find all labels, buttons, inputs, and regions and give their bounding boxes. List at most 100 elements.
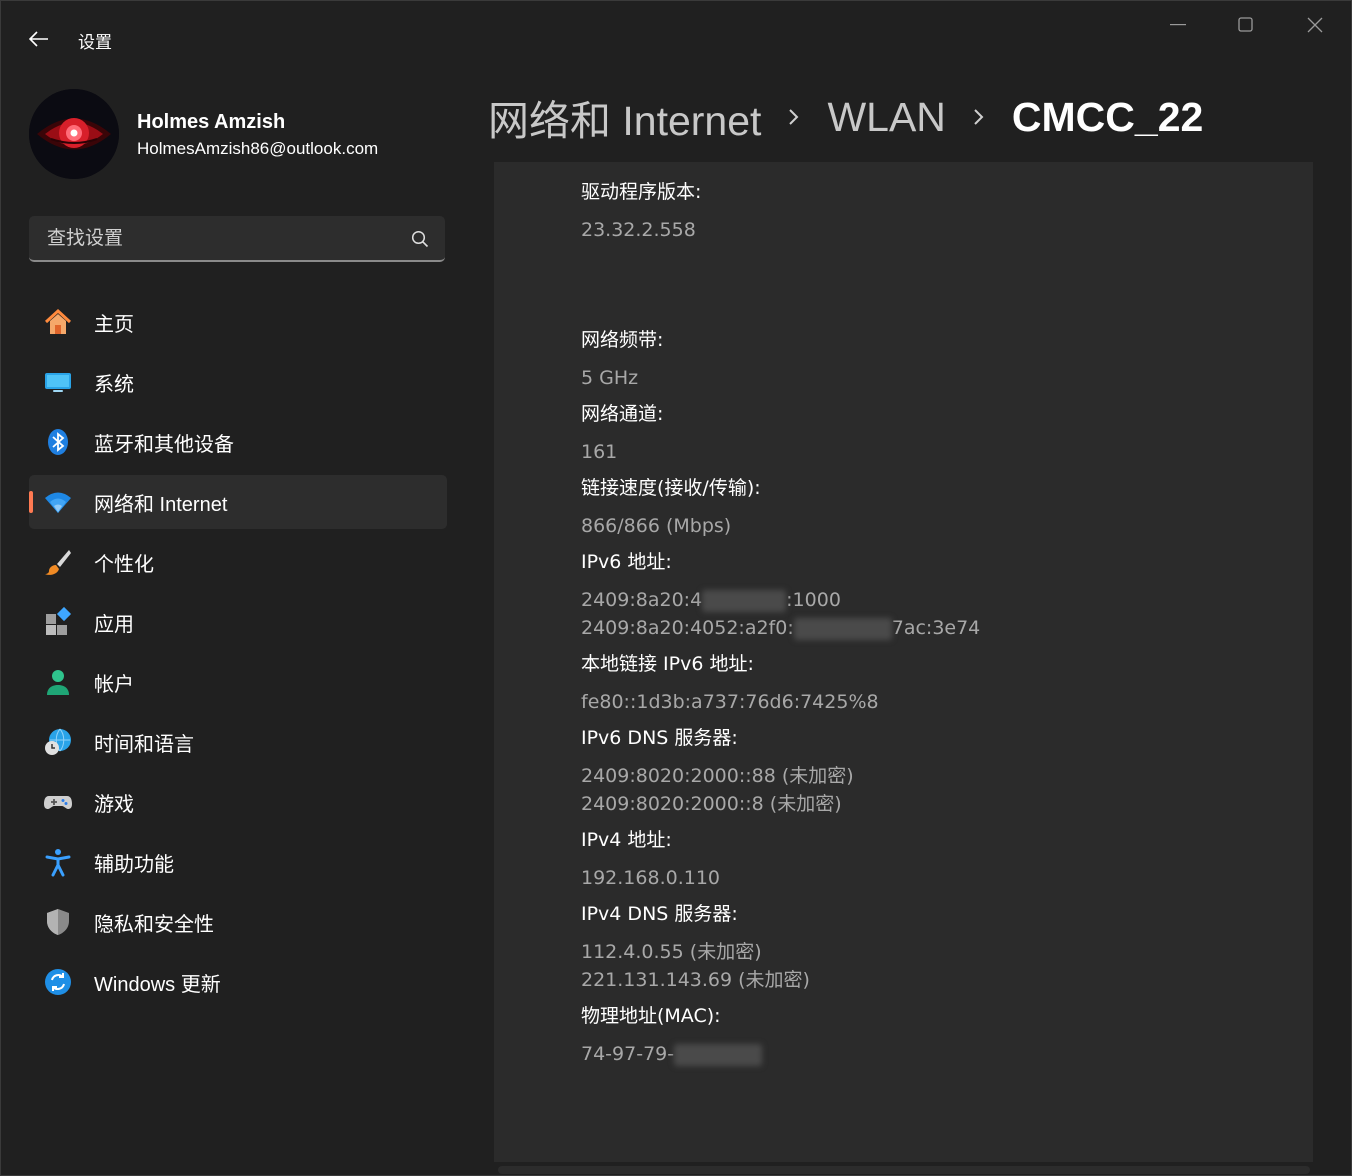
prop-ipv6-dns: IPv6 DNS 服务器: 2409:8020:2000::88 (未加密) 2… [581, 726, 854, 818]
prop-mac: 物理地址(MAC): 74-97-79- [581, 1004, 763, 1068]
prop-link-speed: 链接速度(接收/传输): 866/866 (Mbps) [581, 476, 761, 540]
ipv4-label: IPv4 地址: [581, 829, 672, 851]
properties-panel: 驱动程序版本: 23.32.2.558 网络频带: 5 GHz 网络通道: 16… [494, 162, 1313, 1162]
chevron-right-icon [972, 107, 986, 127]
breadcrumb-network[interactable]: 网络和 Internet [488, 87, 761, 147]
sidebar-item-personalization[interactable]: 个性化 [29, 535, 447, 589]
link-local-ipv6-value: fe80::1d3b:a737:76d6:7425%8 [581, 691, 879, 713]
sidebar-item-label: 蓝牙和其他设备 [94, 433, 234, 456]
shield-icon [43, 907, 73, 937]
sidebar-item-bluetooth[interactable]: 蓝牙和其他设备 [29, 415, 447, 469]
home-icon [43, 307, 73, 337]
ipv6-dns-value-1: 2409:8020:2000::88 (未加密) [581, 765, 854, 787]
user-name: Holmes Amzish [137, 111, 286, 133]
active-indicator [29, 491, 33, 513]
title-bar: 设置 [1, 1, 1351, 73]
sidebar-item-apps[interactable]: 应用 [29, 595, 447, 649]
mac-value: 74-97-79- [581, 1040, 763, 1068]
ipv6-value-1-end: :1000 [786, 589, 841, 611]
close-icon [1307, 17, 1323, 33]
band-value: 5 GHz [581, 367, 639, 389]
prop-channel: 网络通道: 161 [581, 402, 663, 466]
gamepad-icon [43, 787, 73, 817]
prop-ipv6: IPv6 地址: 2409:8a20:4:1000 2409:8a20:4052… [581, 550, 980, 642]
sidebar-item-accessibility[interactable]: 辅助功能 [29, 835, 447, 889]
search-icon[interactable] [411, 230, 429, 248]
sidebar-item-label: 系统 [94, 373, 134, 396]
prop-ipv4: IPv4 地址: 192.168.0.110 [581, 828, 720, 892]
driver-version-value: 23.32.2.558 [581, 219, 696, 241]
prop-band: 网络频带: 5 GHz [581, 328, 663, 392]
back-button[interactable] [21, 23, 57, 55]
paintbrush-icon [43, 547, 73, 577]
sidebar-item-gaming[interactable]: 游戏 [29, 775, 447, 829]
search-input[interactable] [45, 216, 389, 262]
ipv6-value-2: 2409:8a20:4052:a2f0: 7ac:3e74 [581, 614, 980, 642]
link-speed-value: 866/866 (Mbps) [581, 515, 732, 537]
sidebar-item-label: 辅助功能 [94, 853, 174, 876]
sidebar-item-windows-update[interactable]: Windows 更新 [29, 955, 447, 1009]
sidebar-item-accounts[interactable]: 帐户 [29, 655, 447, 709]
sidebar-item-label: 时间和语言 [94, 733, 194, 756]
ipv4-dns-label: IPv4 DNS 服务器: [581, 903, 738, 925]
prop-ipv4-dns: IPv4 DNS 服务器: 112.4.0.55 (未加密) 221.131.1… [581, 902, 810, 994]
sidebar-item-label: 个性化 [94, 553, 154, 576]
redaction-mask [702, 589, 787, 612]
ipv6-label: IPv6 地址: [581, 551, 672, 573]
prop-driver-version: 驱动程序版本: 23.32.2.558 [581, 180, 701, 244]
avatar[interactable] [29, 89, 119, 179]
user-email: HolmesAmzish86@outlook.com [137, 139, 379, 158]
sidebar-item-label: Windows 更新 [94, 973, 221, 996]
ipv4-value: 192.168.0.110 [581, 867, 721, 889]
sidebar-item-system[interactable]: 系统 [29, 355, 447, 409]
maximize-button[interactable] [1223, 7, 1269, 43]
sidebar-item-home[interactable]: 主页 [29, 295, 447, 349]
redaction-mask [674, 1043, 763, 1066]
chevron-right-icon [787, 107, 801, 127]
link-local-ipv6-label: 本地链接 IPv6 地址: [581, 653, 754, 675]
bluetooth-icon [43, 427, 73, 457]
app-title: 设置 [78, 33, 112, 52]
sidebar-item-label: 应用 [94, 613, 134, 636]
breadcrumb-current: CMCC_22 [1011, 93, 1204, 140]
person-icon [43, 667, 73, 697]
settings-window: 设置 Holmes Amzish HolmesAmzish86@outlook.… [0, 0, 1352, 1176]
sidebar-item-label: 隐私和安全性 [94, 913, 214, 936]
redaction-mask [793, 617, 892, 640]
ipv6-dns-label: IPv6 DNS 服务器: [581, 727, 738, 749]
driver-version-label: 驱动程序版本: [581, 181, 702, 203]
mac-label: 物理地址(MAC): [581, 1005, 721, 1027]
ipv4-dns-value-2: 221.131.143.69 (未加密) [581, 969, 810, 991]
horizontal-scrollbar[interactable] [498, 1166, 1310, 1174]
sidebar-item-label: 主页 [94, 313, 134, 336]
band-label: 网络频带: [581, 329, 664, 351]
apps-icon [43, 607, 73, 637]
minimize-icon [1170, 24, 1186, 26]
sidebar-item-privacy[interactable]: 隐私和安全性 [29, 895, 447, 949]
accessibility-icon [43, 847, 73, 877]
maximize-icon [1238, 17, 1253, 32]
ipv6-value-2-start: 2409:8a20:4052:a2f0: [581, 617, 794, 639]
ipv6-dns-value-2: 2409:8020:2000::8 (未加密) [581, 793, 842, 815]
globe-clock-icon [43, 727, 73, 757]
sidebar-item-label: 游戏 [94, 793, 134, 816]
mac-value-start: 74-97-79- [581, 1043, 675, 1065]
channel-label: 网络通道: [581, 403, 664, 425]
sidebar-nav: 主页 系统 蓝牙和其他设备 网络和 Internet 个性化 应用 帐户 时间和… [29, 295, 447, 1015]
ipv6-value-1: 2409:8a20:4:1000 [581, 586, 980, 614]
sidebar-item-network[interactable]: 网络和 Internet [29, 475, 447, 529]
prop-link-local-ipv6: 本地链接 IPv6 地址: fe80::1d3b:a737:76d6:7425%… [581, 652, 879, 716]
ipv4-dns-value-1: 112.4.0.55 (未加密) [581, 941, 762, 963]
wifi-icon [43, 487, 73, 517]
breadcrumb-wlan[interactable]: WLAN [827, 94, 945, 141]
refresh-icon [43, 967, 73, 997]
ipv6-value-2-end: 7ac:3e74 [891, 617, 981, 639]
sidebar-item-time-language[interactable]: 时间和语言 [29, 715, 447, 769]
close-button[interactable] [1292, 7, 1338, 43]
breadcrumb: 网络和 Internet WLAN CMCC_22 [488, 87, 1203, 147]
search-box[interactable] [29, 216, 445, 262]
back-arrow-icon [29, 31, 48, 47]
sidebar-item-label: 网络和 Internet [94, 493, 228, 516]
minimize-button[interactable] [1155, 7, 1201, 43]
sidebar-item-label: 帐户 [94, 673, 134, 696]
